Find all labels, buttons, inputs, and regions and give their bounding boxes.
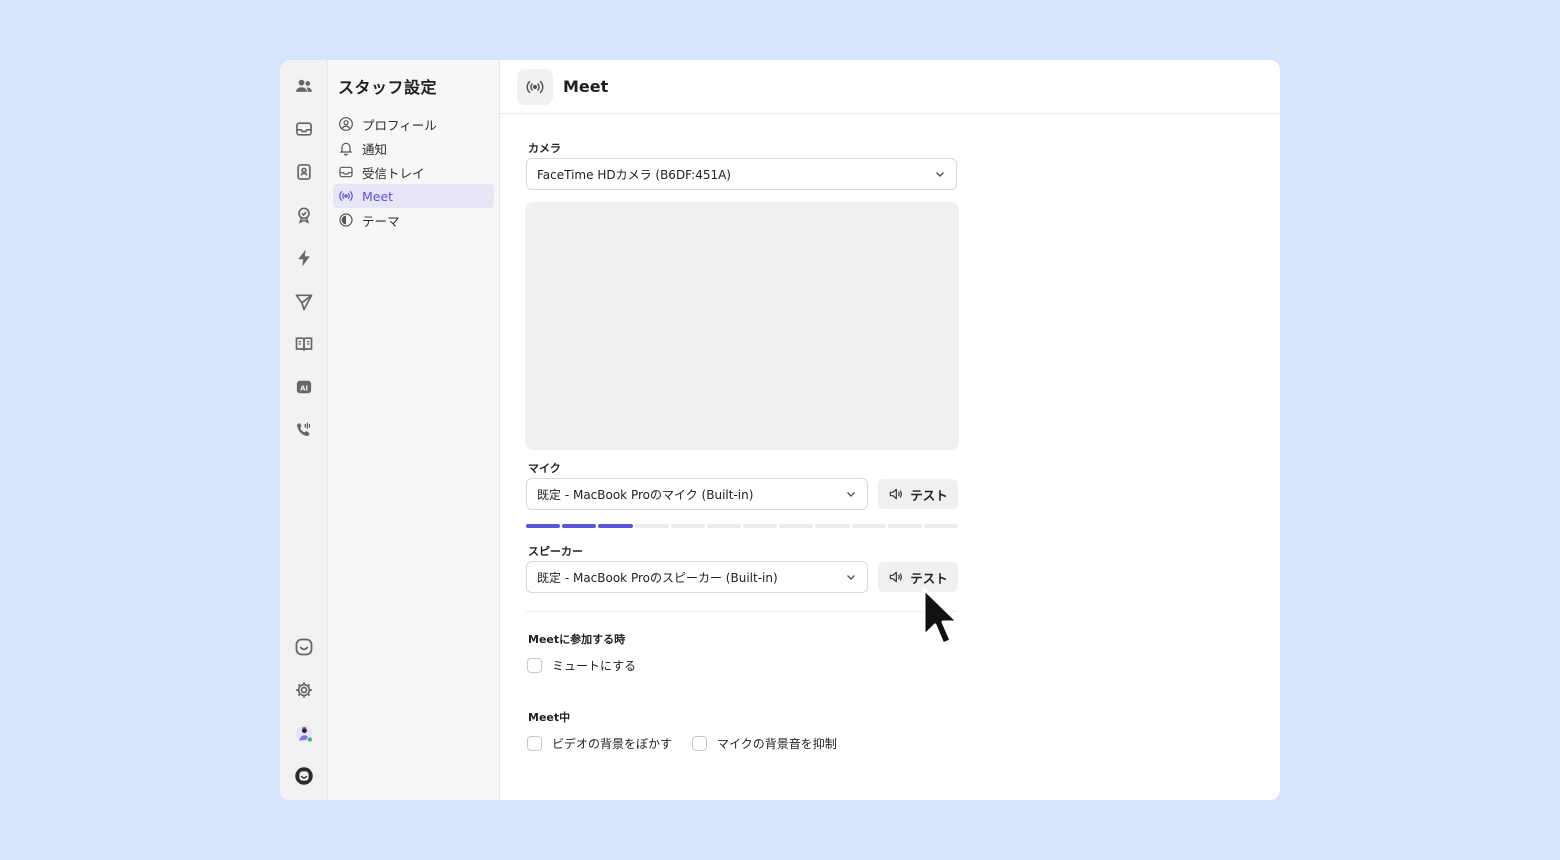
mic-level-segment	[887, 524, 922, 528]
checkbox[interactable]	[527, 658, 542, 673]
speaker-test-label: テスト	[910, 570, 948, 586]
avatar[interactable]	[290, 720, 318, 748]
mute-on-join-label: ミュートにする	[552, 659, 637, 673]
mic-select[interactable]: 既定 - MacBook Proのマイク (Built-in)	[526, 478, 868, 510]
mic-level-meter	[526, 524, 959, 528]
badge-icon[interactable]	[290, 201, 318, 229]
blur-background-checkbox[interactable]: ビデオの背景をぼかす	[527, 735, 672, 752]
nav-item-label: Meet	[362, 188, 394, 204]
mic-level-segment	[598, 524, 633, 528]
page-title: Meet	[563, 77, 609, 96]
ai-icon[interactable]: AI	[290, 373, 318, 401]
inbox-icon[interactable]	[290, 115, 318, 143]
speaker-select[interactable]: 既定 - MacBook Proのスピーカー (Built-in)	[526, 561, 868, 593]
contacts-icon[interactable]	[290, 158, 318, 186]
settings-nav: スタッフ設定 プロフィール 通知 受信トレイ Meet テーマ	[328, 60, 500, 800]
nav-item-label: 受信トレイ	[362, 165, 425, 181]
speaker-selected-value: 既定 - MacBook Proのスピーカー (Built-in)	[537, 570, 778, 585]
nav-item-label: テーマ	[362, 213, 400, 229]
phone-icon[interactable]	[290, 416, 318, 444]
mic-test-label: テスト	[910, 487, 948, 503]
gear-icon[interactable]	[290, 676, 318, 704]
mic-level-segment	[779, 524, 814, 528]
mic-selected-value: 既定 - MacBook Proのマイク (Built-in)	[537, 487, 754, 502]
nav-item-meet[interactable]: Meet	[333, 184, 494, 208]
mic-level-segment	[670, 524, 705, 528]
noise-suppression-checkbox[interactable]: マイクの背景音を抑制	[692, 735, 837, 752]
during-section-label: Meet中	[528, 711, 571, 724]
camera-select[interactable]: FaceTime HDカメラ (B6DF:451A)	[526, 158, 957, 190]
bolt-icon[interactable]	[290, 244, 318, 272]
mic-level-segment	[526, 524, 561, 528]
send-icon[interactable]	[290, 288, 318, 316]
chat-icon[interactable]	[290, 633, 318, 661]
theme-icon	[339, 213, 353, 227]
bell-icon	[339, 142, 353, 156]
speaker-icon	[889, 488, 903, 500]
mic-level-segment	[851, 524, 886, 528]
camera-selected-value: FaceTime HDカメラ (B6DF:451A)	[537, 167, 731, 182]
user-circle-icon	[339, 117, 353, 131]
join-section-label: Meetに参加する時	[528, 633, 626, 646]
chevron-down-icon	[847, 575, 855, 580]
page-header: Meet	[500, 60, 1280, 114]
book-icon[interactable]	[290, 330, 318, 358]
mute-on-join-checkbox[interactable]: ミュートにする	[527, 657, 636, 674]
mic-level-segment	[923, 524, 959, 528]
icon-rail: AI	[280, 60, 328, 800]
settings-title: スタッフ設定	[338, 78, 438, 97]
mic-level-segment	[706, 524, 742, 528]
checkbox[interactable]	[527, 736, 542, 751]
app-window: AI スタッフ設定 プロフィール 通知 受信トレイ Meet テーマ Meet …	[280, 60, 1280, 800]
speaker-icon	[889, 571, 903, 583]
nav-item-inbox[interactable]: 受信トレイ	[333, 160, 494, 184]
broadcast-icon	[517, 68, 553, 105]
nav-item-label: 通知	[362, 141, 388, 157]
nav-item-notifications[interactable]: 通知	[333, 136, 494, 160]
divider	[526, 611, 958, 612]
svg-text:AI: AI	[300, 383, 308, 392]
mouse-cursor-icon	[922, 587, 960, 646]
mic-level-segment	[815, 524, 850, 528]
mic-level-segment	[743, 524, 778, 528]
brand-icon[interactable]	[290, 762, 318, 790]
mic-label: マイク	[528, 462, 561, 475]
nav-item-label: プロフィール	[362, 117, 437, 133]
checkbox[interactable]	[692, 736, 707, 751]
nav-item-profile[interactable]: プロフィール	[333, 112, 494, 136]
nav-item-theme[interactable]: テーマ	[333, 208, 494, 232]
team-icon[interactable]	[290, 72, 318, 100]
chevron-down-icon	[847, 492, 855, 497]
mic-level-segment	[562, 524, 597, 528]
noise-suppression-label: マイクの背景音を抑制	[717, 737, 837, 751]
mic-level-segment	[634, 524, 669, 528]
inbox-icon	[339, 166, 353, 178]
speaker-label: スピーカー	[528, 545, 583, 558]
camera-label: カメラ	[528, 142, 561, 155]
broadcast-icon	[339, 191, 353, 201]
chevron-down-icon	[936, 172, 944, 177]
camera-preview	[525, 202, 959, 450]
blur-background-label: ビデオの背景をぼかす	[552, 737, 673, 751]
mic-test-button[interactable]: テスト	[878, 479, 958, 509]
main-panel: Meet カメラ FaceTime HDカメラ (B6DF:451A) マイク …	[500, 60, 1280, 800]
